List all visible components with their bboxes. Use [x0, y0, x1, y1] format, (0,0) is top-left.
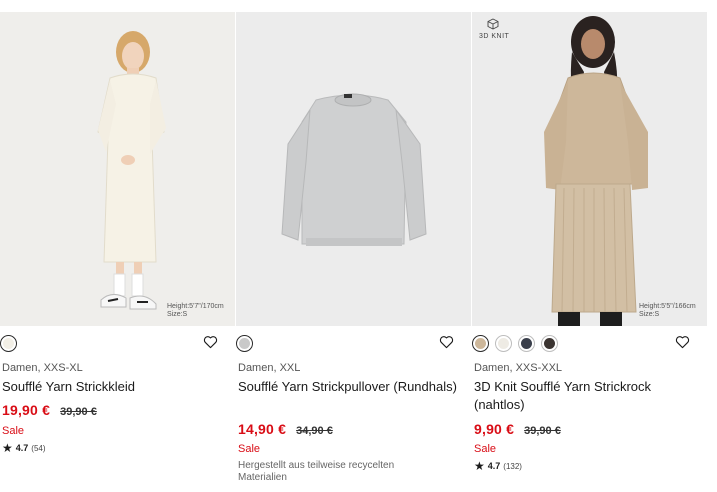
original-price: 39,90 € — [60, 406, 97, 418]
original-price: 34,90 € — [296, 425, 333, 437]
star-icon: ★ — [474, 459, 485, 473]
color-swatch-beige[interactable] — [472, 334, 489, 352]
review-count: (132) — [503, 461, 522, 471]
current-price: 14,90 € — [238, 421, 287, 437]
product-grid: Height:5'7"/170cm Size:S Damen, XXS-XL S… — [0, 0, 717, 492]
review-count: (54) — [31, 443, 46, 453]
product-image[interactable]: 3D KNIT Height:5'5"/166cm Size:S — [472, 12, 707, 326]
current-price: 9,90 € — [474, 421, 515, 437]
3d-knit-icon — [487, 18, 499, 30]
heart-icon[interactable] — [203, 335, 218, 349]
model-height: Height:5'7"/170cm — [167, 303, 224, 310]
heart-icon[interactable] — [439, 335, 454, 349]
product-card[interactable]: 3D KNIT Height:5'5"/166cm Size:S Damen, … — [472, 0, 708, 492]
color-swatches — [472, 333, 558, 353]
size-range: Damen, XXS-XXL — [474, 362, 563, 374]
rating: ★ 4.7 (54) — [2, 442, 46, 454]
color-swatch-brown[interactable] — [541, 334, 558, 352]
model-size: Size:S — [639, 311, 660, 318]
sale-label: Sale — [238, 443, 261, 455]
sale-label: Sale — [474, 443, 497, 455]
size-range: Damen, XXL — [238, 362, 301, 374]
product-card[interactable]: Damen, XXL Soufflé Yarn Strickpullover (… — [236, 0, 472, 492]
current-price: 19,90 € — [2, 402, 51, 418]
product-card[interactable]: Height:5'7"/170cm Size:S Damen, XXS-XL S… — [0, 0, 236, 492]
heart-icon[interactable] — [675, 335, 690, 349]
color-swatch[interactable] — [0, 334, 17, 352]
model-size: Size:S — [167, 311, 188, 318]
product-image[interactable] — [236, 12, 471, 326]
model-knit-skirt-image — [472, 12, 707, 326]
sustainability-note: Hergestellt aus teilweise recycelten Mat… — [238, 460, 395, 483]
model-info: Height:5'5"/166cm Size:S — [639, 303, 701, 319]
rating-value: 4.7 — [15, 443, 29, 453]
sale-label: Sale — [2, 425, 25, 437]
sweater-image — [236, 12, 471, 326]
price-row: 19,90 € 39,90 € — [2, 402, 97, 418]
color-swatch-navy[interactable] — [518, 334, 535, 352]
3d-knit-badge: 3D KNIT — [479, 18, 509, 40]
product-image[interactable]: Height:5'7"/170cm Size:S — [0, 12, 235, 326]
model-dress-image — [0, 12, 235, 326]
star-icon: ★ — [2, 441, 13, 455]
original-price: 39,90 € — [524, 425, 561, 437]
product-title[interactable]: Soufflé Yarn Strickpullover (Rundhals) — [238, 378, 463, 396]
product-title[interactable]: Soufflé Yarn Strickkleid — [2, 378, 227, 396]
size-range: Damen, XXS-XL — [2, 362, 83, 374]
3d-knit-label: 3D KNIT — [479, 33, 510, 40]
color-swatches — [236, 333, 253, 353]
price-row: 9,90 € 39,90 € — [474, 421, 561, 437]
price-row: 14,90 € 34,90 € — [238, 421, 333, 437]
model-info: Height:5'7"/170cm Size:S — [167, 303, 229, 319]
model-height: Height:5'5"/166cm — [639, 303, 696, 310]
color-swatch-offwhite[interactable] — [495, 334, 512, 352]
color-swatches — [0, 333, 17, 353]
product-title[interactable]: 3D Knit Soufflé Yarn Strickrock (nahtlos… — [474, 378, 699, 414]
rating: ★ 4.7 (132) — [474, 460, 522, 472]
rating-value: 4.7 — [487, 461, 501, 471]
color-swatch[interactable] — [236, 334, 253, 352]
